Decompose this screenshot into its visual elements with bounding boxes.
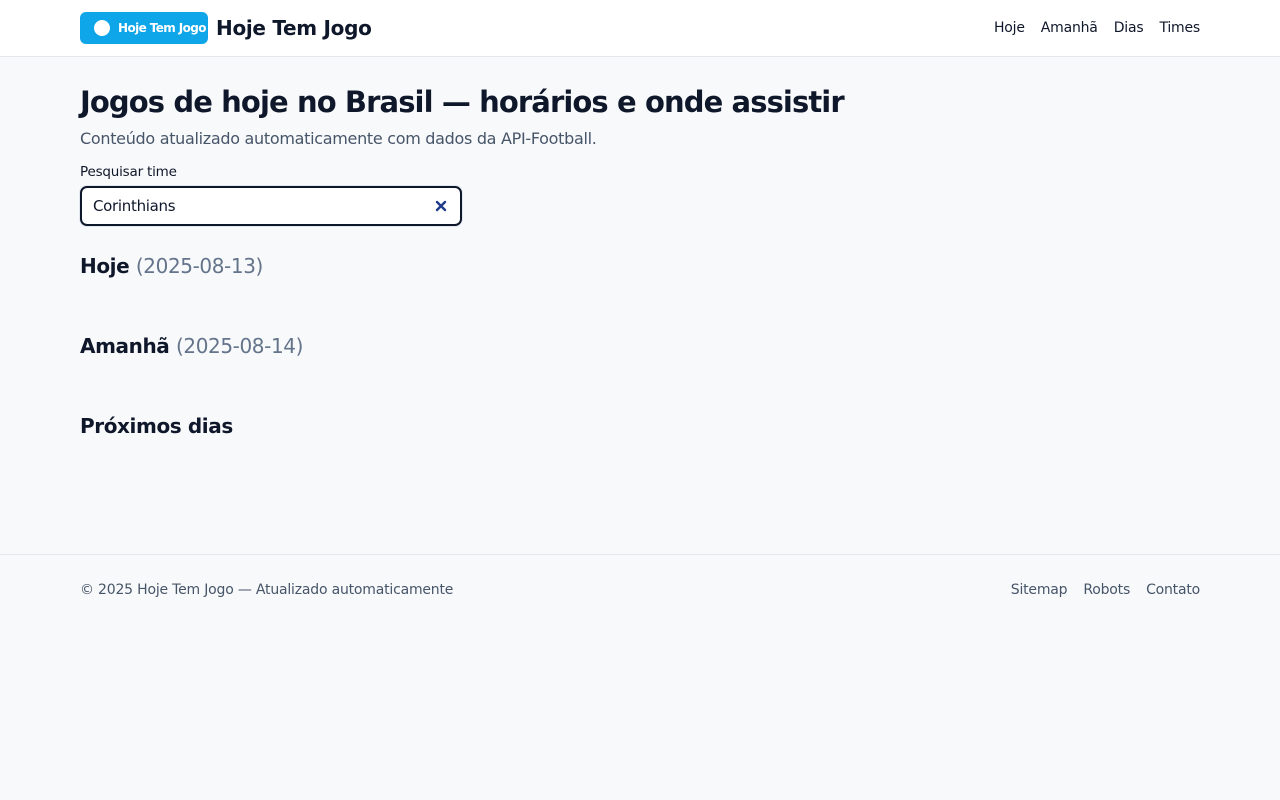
section-heading: Amanhã: [80, 334, 170, 358]
main-content: Jogos de hoje no Brasil — horários e ond…: [0, 57, 1280, 466]
section-today: Hoje (2025-08-13): [80, 226, 1200, 306]
nav-link-times[interactable]: Times: [1159, 20, 1200, 36]
nav-link-amanha[interactable]: Amanhã: [1041, 20, 1098, 36]
brand-link[interactable]: Hoje Tem Jogo Hoje Tem Jogo: [80, 12, 372, 44]
section-heading: Hoje: [80, 254, 130, 278]
section-title: Próximos dias: [80, 414, 1200, 438]
close-icon: [435, 200, 447, 212]
footer-links: Sitemap Robots Contato: [1011, 582, 1200, 598]
main-nav: Hoje Amanhã Dias Times: [994, 20, 1200, 36]
search-input[interactable]: [93, 197, 432, 215]
clear-search-button[interactable]: [432, 197, 450, 215]
search-label: Pesquisar time: [80, 164, 177, 180]
ball-icon: [94, 20, 110, 36]
copyright-text: © 2025 Hoje Tem Jogo — Atualizado automa…: [80, 582, 454, 598]
top-bar: Hoje Tem Jogo Hoje Tem Jogo Hoje Amanhã …: [0, 0, 1280, 57]
page-title: Jogos de hoje no Brasil — horários e ond…: [80, 85, 845, 119]
footer-link-robots[interactable]: Robots: [1083, 582, 1130, 598]
footer-link-contato[interactable]: Contato: [1146, 582, 1200, 598]
section-date: (2025-08-13): [135, 254, 263, 278]
section-title: Amanhã (2025-08-14): [80, 334, 1200, 358]
logo-badge: Hoje Tem Jogo: [80, 12, 208, 44]
footer-link-sitemap[interactable]: Sitemap: [1011, 582, 1068, 598]
site-name: Hoje Tem Jogo: [216, 16, 372, 40]
section-next-days: Próximos dias: [80, 386, 1200, 466]
section-tomorrow: Amanhã (2025-08-14): [80, 306, 1200, 386]
search-box: [80, 186, 462, 226]
nav-link-dias[interactable]: Dias: [1114, 20, 1144, 36]
section-heading: Próximos dias: [80, 414, 233, 438]
footer: © 2025 Hoje Tem Jogo — Atualizado automa…: [0, 554, 1280, 625]
logo-text: Hoje Tem Jogo: [118, 21, 206, 35]
section-date: (2025-08-14): [175, 334, 304, 358]
nav-link-hoje[interactable]: Hoje: [994, 20, 1025, 36]
page-subtitle: Conteúdo atualizado automaticamente com …: [80, 129, 597, 148]
section-title: Hoje (2025-08-13): [80, 254, 1200, 278]
